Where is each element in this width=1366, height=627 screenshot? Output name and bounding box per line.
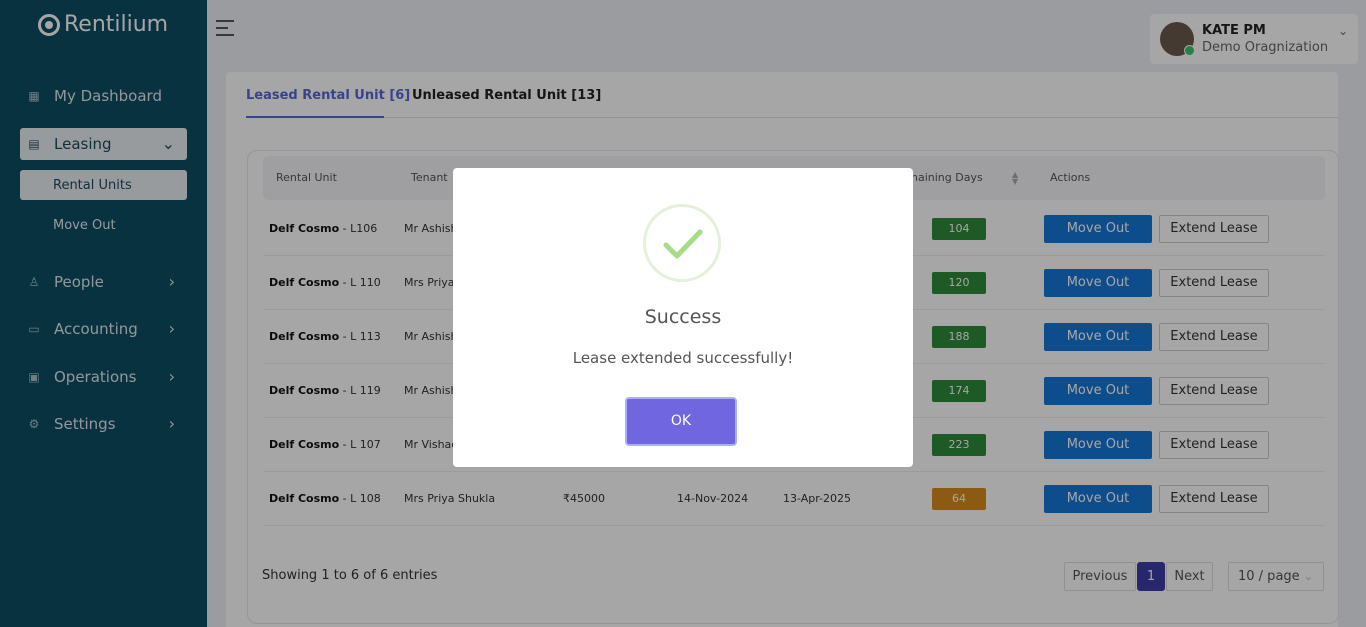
success-dialog: Success Lease extended successfully! OK (453, 168, 913, 467)
dialog-title: Success (644, 306, 722, 328)
ok-button[interactable]: OK (625, 397, 737, 446)
success-check-icon (643, 204, 721, 282)
dialog-message: Lease extended successfully! (572, 349, 794, 367)
